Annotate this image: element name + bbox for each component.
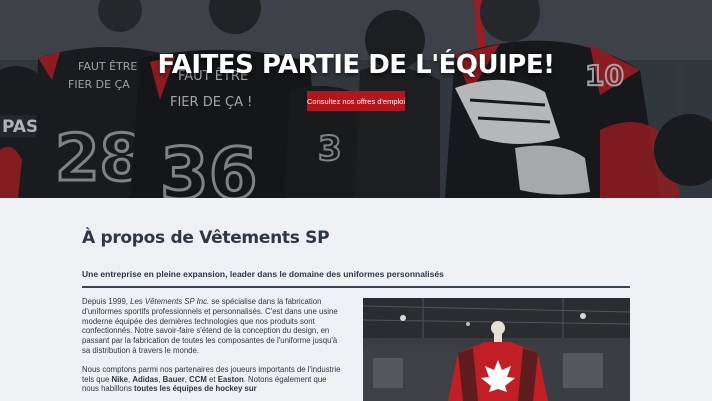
about-paragraph-2: Nous comptons parmi nos partenaires des … [82, 365, 344, 394]
about-title: À propos de Vêtements SP [82, 228, 330, 248]
factory-photo [363, 298, 630, 401]
brand-adidas: Adidas [132, 374, 159, 384]
about-paragraph-1: Depuis 1999, Les Vêtements SP Inc. se sp… [82, 297, 344, 356]
about-section: À propos de Vêtements SP Une entreprise … [0, 198, 712, 401]
separator: et [206, 374, 218, 384]
hero-banner: PAS FAUT ÊTRE FIER DE ÇA 28 FAUT ÊTRE FI… [0, 0, 712, 198]
company-name: Les Vêtements SP Inc. [130, 297, 210, 306]
brand-bauer: Bauer [162, 374, 185, 384]
brand-easton: Easton [217, 374, 244, 384]
section-divider [82, 286, 630, 288]
p2-highlight: toutes les équipes de hockey sur [134, 384, 257, 394]
about-subtitle: Une entreprise en pleine expansion, lead… [82, 269, 444, 279]
about-text: Depuis 1999, Les Vêtements SP Inc. se sp… [82, 297, 344, 401]
job-offers-button[interactable]: Consultez nos offres d'emploi [307, 91, 405, 111]
hero-title: FAITES PARTIE DE L'ÉQUIPE! [157, 50, 555, 80]
brand-nike: Nike [111, 374, 128, 384]
brand-ccm: CCM [189, 374, 207, 384]
p1-text-start: Depuis 1999, [82, 297, 131, 306]
